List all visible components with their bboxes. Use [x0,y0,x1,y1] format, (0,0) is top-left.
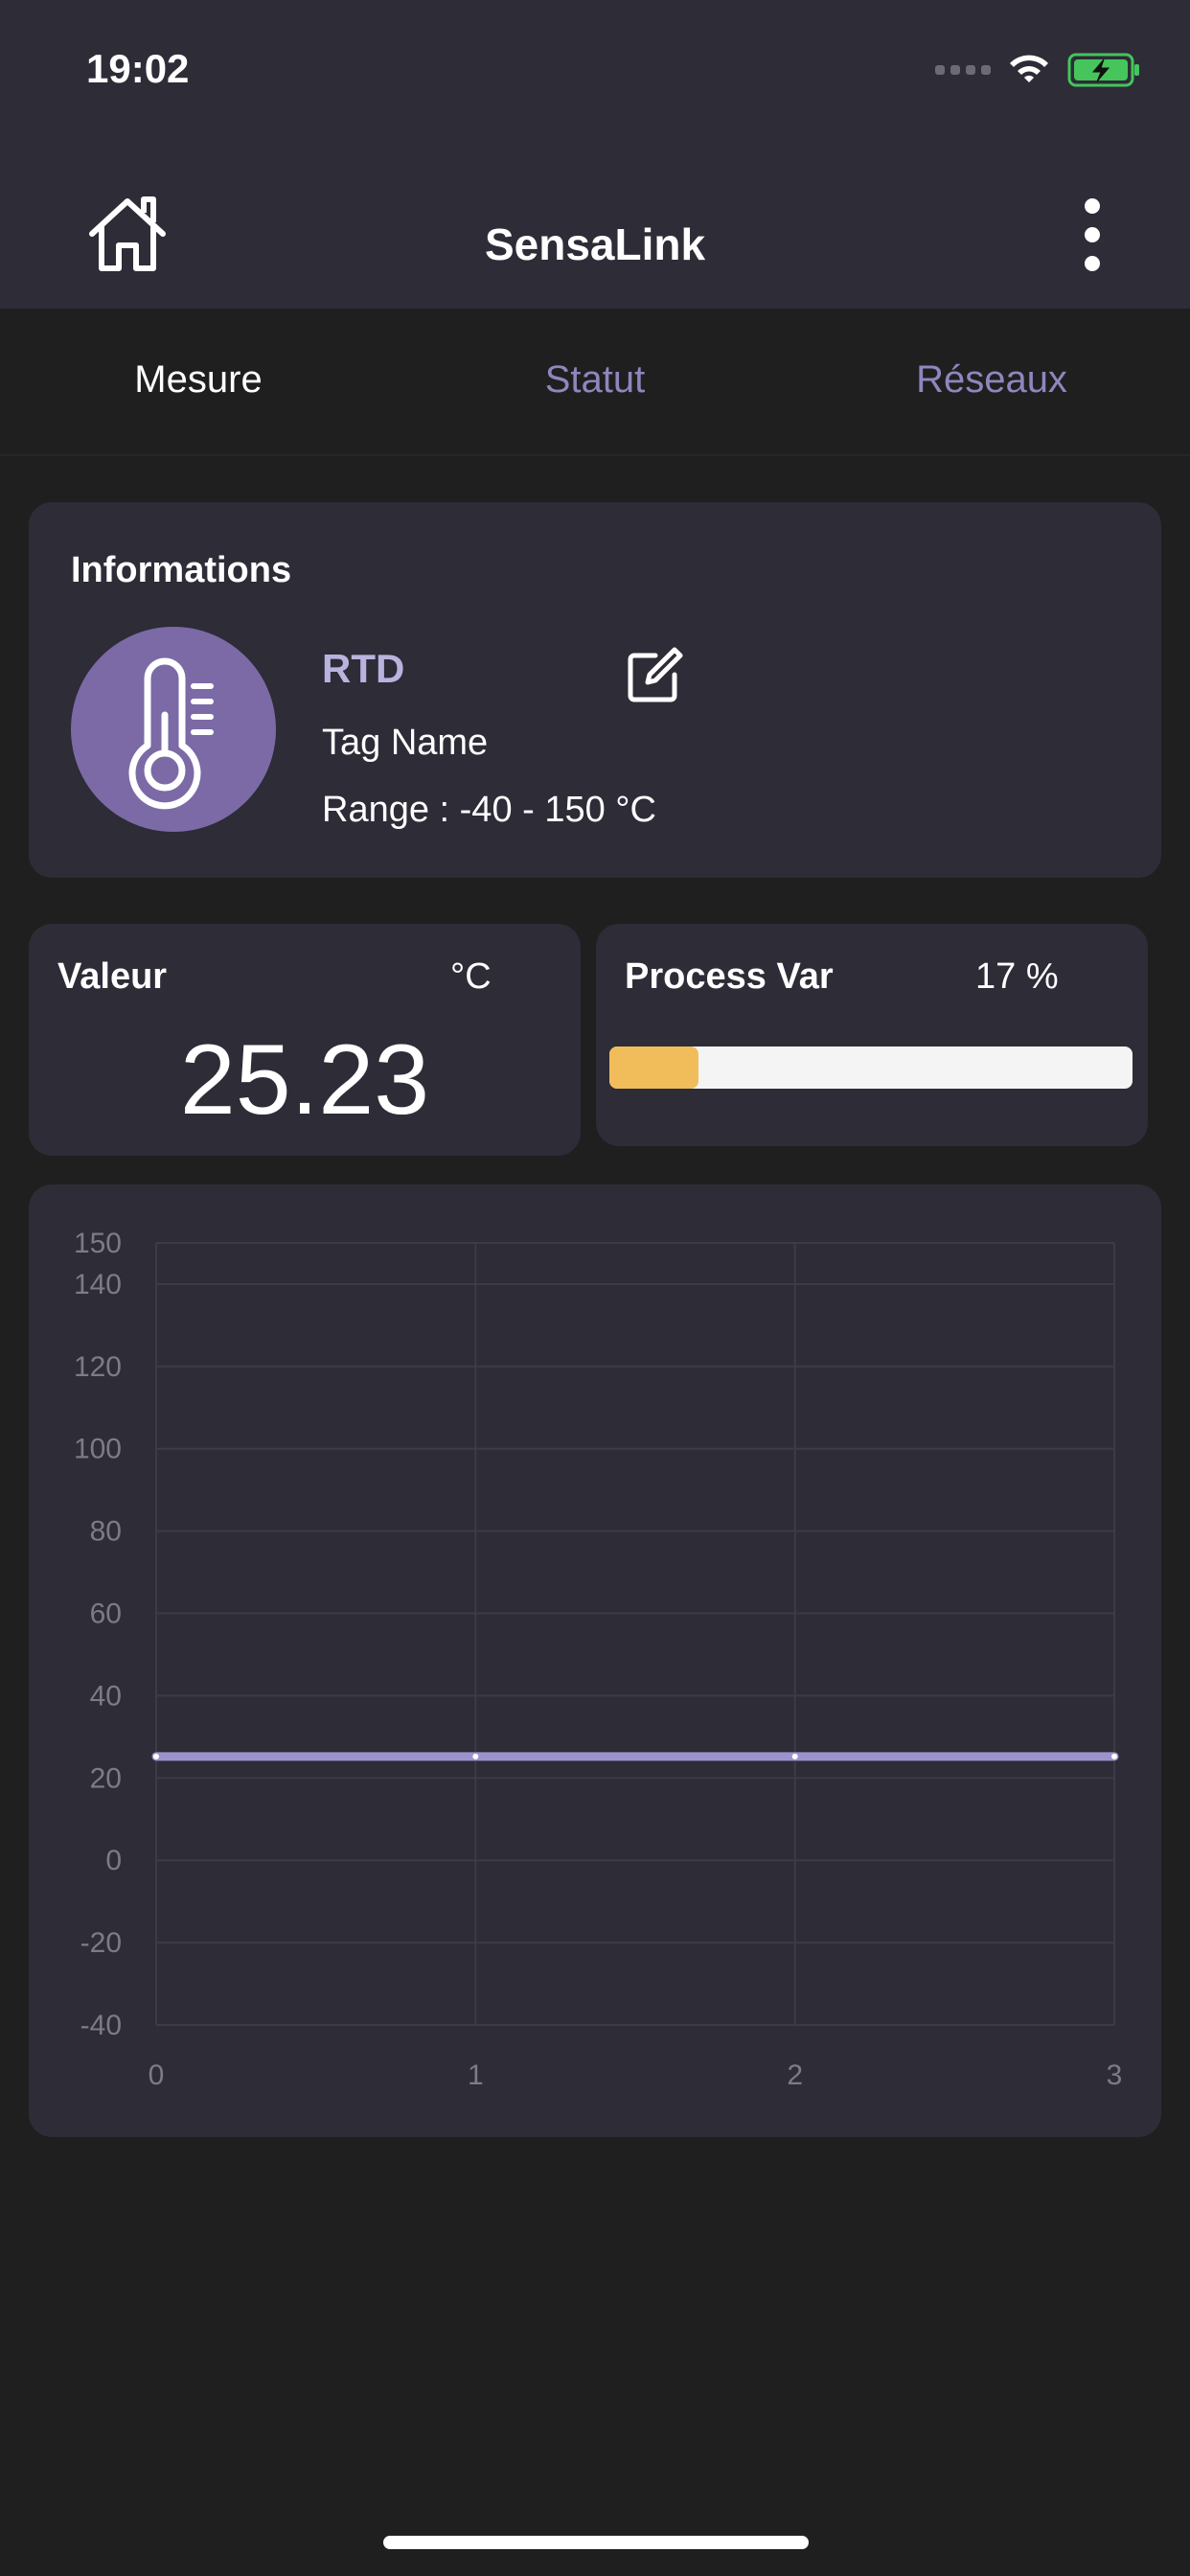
y-tick-label: -20 [80,1927,122,1959]
process-var-fill [609,1046,698,1089]
y-tick-label: 0 [105,1845,122,1876]
x-tick-label: 3 [1107,2059,1123,2091]
value-card: Valeur °C 25.23 [29,924,581,1156]
status-time: 19:02 [86,46,190,91]
info-title: Informations [71,550,292,590]
y-tick-label: -40 [80,2010,122,2041]
data-point [153,1753,159,1760]
tab-mesure[interactable]: Mesure [134,358,262,402]
y-tick-label: 120 [74,1351,122,1383]
tab-statut[interactable]: Statut [545,358,646,402]
tab-reseaux[interactable]: Réseaux [916,358,1067,402]
app-header: 19:02 SensaLink [0,0,1190,309]
tab-bar: Mesure Statut Réseaux [0,309,1190,456]
x-tick-label: 0 [149,2059,165,2091]
process-var-card: Process Var 17 % [596,924,1148,1146]
y-tick-label: 150 [74,1228,122,1259]
value-title: Valeur [57,956,168,997]
process-var-title: Process Var [625,956,834,997]
y-tick-label: 60 [90,1598,122,1630]
sensor-range: Range : -40 - 150 °C [322,790,656,830]
cellular-signal-icon [935,65,991,75]
y-tick-label: 140 [74,1269,122,1300]
more-vertical-icon[interactable] [1073,196,1111,273]
chart-card: 150 140 120 100 80 60 40 20 0 -20 -40 0 1 2 3 [29,1184,1161,2137]
y-tick-label: 20 [90,1762,122,1794]
y-tick-label: 80 [90,1516,122,1548]
y-tick-label: 40 [90,1680,122,1712]
home-indicator [383,2536,809,2549]
process-var-bar [609,1046,1133,1089]
app-title: SensaLink [484,219,706,269]
x-tick-label: 2 [787,2059,803,2091]
data-point [1111,1753,1117,1760]
process-var-percent: 17 % [975,956,1059,997]
data-point [791,1753,798,1760]
tag-name: Tag Name [322,723,489,763]
sensor-avatar [71,627,276,832]
edit-icon[interactable] [623,644,686,707]
wifi-icon [1010,55,1048,82]
sensor-type: RTD [322,646,405,691]
thermometer-icon [128,657,214,810]
value-unit: °C [450,956,492,997]
value-reading: 25.23 [179,1024,430,1136]
x-tick-label: 1 [468,2059,484,2091]
data-point [472,1753,479,1760]
status-icons [935,48,1142,92]
y-tick-label: 100 [74,1434,122,1465]
battery-charging-icon [1067,53,1139,87]
measurement-chart: 150 140 120 100 80 60 40 20 0 -20 -40 0 1 2 3 [74,1228,1123,2091]
info-card: Informations RTD Tag Name Range : -40 - … [29,502,1161,878]
